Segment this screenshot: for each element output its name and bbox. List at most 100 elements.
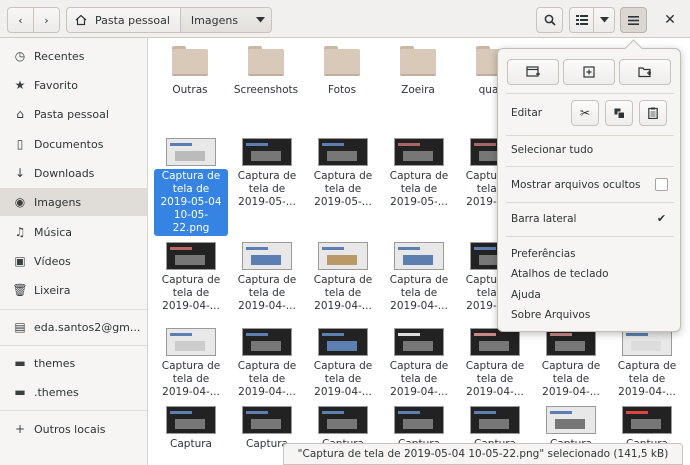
- sidebar-toggle-checkbox[interactable]: ✔: [655, 212, 668, 225]
- file-label: Captura de tela de 2019-05-...: [237, 170, 297, 208]
- new-folder-button[interactable]: [619, 59, 671, 85]
- clock-icon: ◷: [14, 49, 26, 63]
- file-item[interactable]: Captura de tela de 2019-04-...: [306, 242, 380, 314]
- paste-button[interactable]: [639, 100, 667, 126]
- menu-separator: [506, 93, 674, 94]
- sidebar-item-documentos[interactable]: ▯ Documentos: [0, 130, 147, 158]
- sidebar-item-imagens[interactable]: ◉ Imagens: [0, 188, 147, 216]
- menu-separator: [506, 166, 674, 167]
- search-button[interactable]: [536, 7, 563, 33]
- file-label: Captura de tela de 2019-04-...: [465, 360, 525, 398]
- file-item[interactable]: Captura de tela de 2019-04-...: [382, 242, 456, 314]
- help-item[interactable]: Ajuda: [511, 286, 541, 304]
- cut-button[interactable]: ✂: [571, 100, 599, 126]
- checkmark-icon: ✔: [656, 212, 667, 225]
- file-item[interactable]: Captura de tela de 2019-04-...: [610, 328, 684, 400]
- file-item[interactable]: Captura de tela de 2019-04-...: [154, 328, 228, 400]
- view-mode-button[interactable]: [569, 7, 594, 33]
- preferences-item[interactable]: Preferências: [511, 245, 576, 263]
- caret-down-icon: [256, 17, 266, 23]
- show-hidden-files-checkbox[interactable]: [655, 178, 668, 191]
- sidebar-item-label: .themes: [34, 385, 79, 399]
- plus-icon: +: [14, 422, 26, 436]
- sidebar-item-label: Downloads: [34, 166, 95, 180]
- file-item[interactable]: Captura de tela de 2019-04-...: [382, 328, 456, 400]
- back-button[interactable]: ‹: [7, 7, 34, 33]
- file-label: Captura de tela de 2019-04-...: [237, 274, 297, 312]
- sidebar-item-outros-locais[interactable]: + Outros locais: [0, 415, 147, 443]
- sidebar-item-themes[interactable]: ▬ themes: [0, 349, 147, 377]
- thumbnail: [394, 138, 444, 166]
- new-tab-button[interactable]: [563, 59, 615, 85]
- thumbnail: [166, 406, 216, 434]
- file-item[interactable]: Captura de tela de 2019-05-...: [306, 138, 380, 210]
- file-label: Captura de tela de 2019-04-...: [313, 274, 373, 312]
- breadcrumb-home[interactable]: Pasta pessoal: [66, 7, 181, 33]
- file-item[interactable]: Captura de tela de 2019-05-...: [382, 138, 456, 210]
- thumbnail: [622, 406, 672, 434]
- sidebar-item-pasta-pessoal[interactable]: ⌂ Pasta pessoal: [0, 100, 147, 128]
- about-item[interactable]: Sobre Arquivos: [511, 306, 590, 324]
- document-icon: ▯: [16, 137, 24, 151]
- folder-outras[interactable]: Outras: [152, 38, 228, 97]
- file-item[interactable]: Captura: [154, 406, 228, 452]
- keyboard-shortcuts-item[interactable]: Atalhos de teclado: [511, 265, 609, 283]
- folder-zoeira[interactable]: Zoeira: [380, 38, 456, 97]
- sidebar-item-label: Imagens: [34, 195, 82, 209]
- forward-button[interactable]: ›: [33, 7, 60, 33]
- home-icon: [75, 14, 87, 26]
- file-label: Captura de tela de 2019-05-04 10-05-22.p…: [154, 169, 228, 236]
- sidebar-item-label: Documentos: [34, 137, 104, 151]
- file-item[interactable]: Captura de tela de 2019-04-...: [306, 328, 380, 400]
- new-window-button[interactable]: [507, 59, 559, 85]
- folder-icon: ▬: [14, 385, 26, 399]
- file-item[interactable]: Captura de tela de 2019-04-...: [230, 242, 304, 314]
- sidebar-item-videos[interactable]: ▣ Vídeos: [0, 247, 147, 275]
- sidebar-item-downloads[interactable]: ↓ Downloads: [0, 159, 147, 187]
- thumbnail: [242, 406, 292, 434]
- select-all-item[interactable]: Selecionar tudo: [511, 141, 593, 159]
- sidebar-separator: [0, 309, 147, 310]
- close-window-button[interactable]: ✕: [660, 10, 680, 30]
- main-menu-button[interactable]: [620, 7, 647, 33]
- thumbnail: [242, 242, 292, 270]
- sidebar-toggle-item[interactable]: Barra lateral: [511, 210, 576, 228]
- sidebar-separator: [0, 410, 147, 411]
- file-item[interactable]: Captura de tela de 2019-04-...: [458, 328, 532, 400]
- sidebar-item-label: Favorito: [34, 78, 78, 92]
- folder-screenshots[interactable]: Screenshots: [228, 38, 304, 97]
- file-item[interactable]: Captura de tela de 2019-04-...: [534, 328, 608, 400]
- copy-button[interactable]: [605, 100, 633, 126]
- folder-label: Zoeira: [401, 84, 435, 96]
- clipboard-icon: [648, 107, 658, 119]
- folder-label: Fotos: [327, 84, 357, 96]
- file-item[interactable]: Captura de tela de 2019-04-...: [230, 328, 304, 400]
- chevron-right-icon: ›: [44, 13, 49, 27]
- sidebar-item-account[interactable]: ▤ eda.santos2@gm...: [0, 313, 147, 341]
- home-icon: ⌂: [16, 107, 24, 121]
- folder-fotos[interactable]: Fotos: [304, 38, 380, 97]
- sidebar-item-label: themes: [34, 356, 76, 370]
- sidebar-item-dot-themes[interactable]: ▬ .themes: [0, 378, 147, 406]
- show-hidden-files-item[interactable]: Mostrar arquivos ocultos: [511, 176, 641, 194]
- sidebar-item-lixeira[interactable]: 🗑 Lixeira: [0, 276, 147, 304]
- sidebar-item-label: Pasta pessoal: [34, 107, 109, 121]
- camera-icon: ◉: [14, 195, 26, 209]
- download-icon: ↓: [14, 166, 26, 180]
- file-item[interactable]: Captura de tela de 2019-05-...: [230, 138, 304, 210]
- video-icon: ▣: [14, 254, 26, 268]
- sidebar-item-label: Vídeos: [34, 254, 71, 268]
- copy-icon: [614, 108, 625, 119]
- sidebar-item-recentes[interactable]: ◷ Recentes: [0, 42, 147, 70]
- breadcrumb-current-label: Imagens: [190, 13, 239, 27]
- trash-icon: 🗑: [12, 283, 28, 297]
- sidebar-item-musica[interactable]: ♫ Música: [0, 218, 147, 246]
- file-item[interactable]: Captura de tela de 2019-04-...: [154, 242, 228, 314]
- breadcrumb-current[interactable]: Imagens: [179, 7, 273, 33]
- sidebar-item-favorito[interactable]: ★ Favorito: [0, 71, 147, 99]
- file-label: Captura de tela de 2019-05-...: [389, 170, 449, 208]
- view-options-button[interactable]: [593, 7, 615, 33]
- file-item-selected[interactable]: Captura de tela de 2019-05-04 10-05-22.p…: [154, 138, 228, 236]
- file-label: Captura de tela de 2019-04-...: [389, 274, 449, 312]
- close-icon: ✕: [664, 12, 676, 28]
